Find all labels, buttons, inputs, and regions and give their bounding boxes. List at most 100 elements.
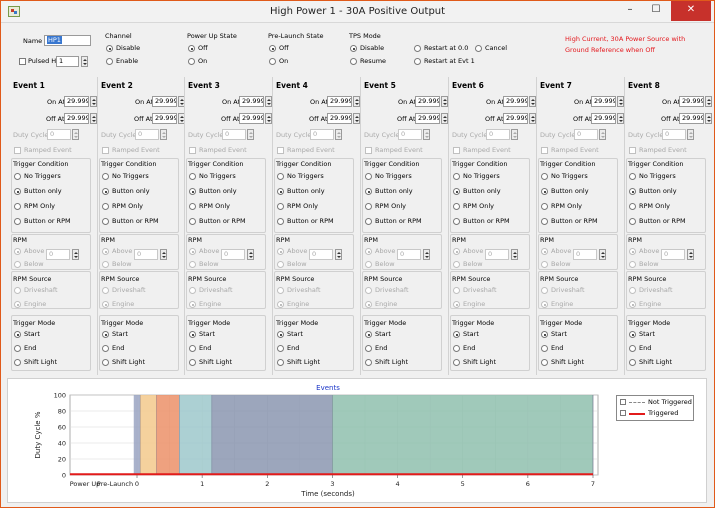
trigger-mode-radio[interactable] bbox=[365, 345, 372, 352]
trigger-mode-radio[interactable] bbox=[102, 345, 109, 352]
rpm-input[interactable]: 0 bbox=[485, 249, 509, 260]
trigger-option-radio[interactable] bbox=[102, 218, 109, 225]
tps-restart-evt1-radio[interactable] bbox=[414, 58, 421, 65]
trigger-option-radio[interactable] bbox=[365, 218, 372, 225]
on-at-spinner[interactable] bbox=[529, 96, 536, 107]
rpm-level-radio[interactable] bbox=[629, 261, 636, 268]
rpm-spinner[interactable] bbox=[511, 249, 518, 260]
ramped-event-checkbox[interactable] bbox=[453, 147, 460, 154]
on-at-input[interactable]: 29.999 bbox=[152, 96, 177, 107]
rpm-source-radio[interactable] bbox=[189, 301, 196, 308]
pulsed-hz-input[interactable]: 1 bbox=[56, 56, 79, 67]
on-at-input[interactable]: 29.999 bbox=[64, 96, 89, 107]
trigger-option-radio[interactable] bbox=[453, 218, 460, 225]
off-at-input[interactable]: 29.999 bbox=[591, 113, 616, 124]
rpm-level-radio[interactable] bbox=[189, 261, 196, 268]
trigger-option-radio[interactable] bbox=[541, 188, 548, 195]
trigger-option-radio[interactable] bbox=[453, 203, 460, 210]
duty-cycle-input[interactable]: 0 bbox=[398, 129, 422, 140]
ramped-event-checkbox[interactable] bbox=[102, 147, 109, 154]
trigger-option-radio[interactable] bbox=[629, 203, 636, 210]
rpm-level-radio[interactable] bbox=[541, 248, 548, 255]
on-at-spinner[interactable] bbox=[441, 96, 448, 107]
trigger-option-radio[interactable] bbox=[14, 203, 21, 210]
trigger-mode-radio[interactable] bbox=[453, 359, 460, 366]
rpm-source-radio[interactable] bbox=[14, 301, 21, 308]
off-at-input[interactable]: 29.999 bbox=[152, 113, 177, 124]
trigger-option-radio[interactable] bbox=[189, 203, 196, 210]
ramped-event-checkbox[interactable] bbox=[629, 147, 636, 154]
legend-not-triggered-checkbox[interactable] bbox=[620, 399, 626, 405]
duty-cycle-spinner[interactable] bbox=[247, 129, 254, 140]
rpm-input[interactable]: 0 bbox=[573, 249, 597, 260]
trigger-mode-radio[interactable] bbox=[453, 345, 460, 352]
ramped-event-checkbox[interactable] bbox=[365, 147, 372, 154]
off-at-input[interactable]: 29.999 bbox=[239, 113, 264, 124]
off-at-input[interactable]: 29.999 bbox=[415, 113, 440, 124]
on-at-input[interactable]: 29.999 bbox=[239, 96, 264, 107]
off-at-spinner[interactable] bbox=[441, 113, 448, 124]
trigger-option-radio[interactable] bbox=[277, 173, 284, 180]
duty-cycle-spinner[interactable] bbox=[423, 129, 430, 140]
rpm-source-radio[interactable] bbox=[102, 301, 109, 308]
trigger-option-radio[interactable] bbox=[541, 203, 548, 210]
trigger-option-radio[interactable] bbox=[453, 188, 460, 195]
rpm-spinner[interactable] bbox=[687, 249, 694, 260]
rpm-level-radio[interactable] bbox=[629, 248, 636, 255]
rpm-source-radio[interactable] bbox=[541, 287, 548, 294]
trigger-option-radio[interactable] bbox=[189, 218, 196, 225]
trigger-mode-radio[interactable] bbox=[102, 331, 109, 338]
duty-cycle-input[interactable]: 0 bbox=[222, 129, 246, 140]
trigger-option-radio[interactable] bbox=[102, 173, 109, 180]
ramped-event-checkbox[interactable] bbox=[541, 147, 548, 154]
ramped-event-checkbox[interactable] bbox=[277, 147, 284, 154]
trigger-option-radio[interactable] bbox=[365, 173, 372, 180]
on-at-spinner[interactable] bbox=[90, 96, 97, 107]
duty-cycle-spinner[interactable] bbox=[72, 129, 79, 140]
rpm-source-radio[interactable] bbox=[277, 287, 284, 294]
trigger-option-radio[interactable] bbox=[453, 173, 460, 180]
duty-cycle-input[interactable]: 0 bbox=[486, 129, 510, 140]
channel-enable-radio[interactable] bbox=[106, 58, 113, 65]
duty-cycle-input[interactable]: 0 bbox=[574, 129, 598, 140]
rpm-input[interactable]: 0 bbox=[661, 249, 685, 260]
duty-cycle-spinner[interactable] bbox=[599, 129, 606, 140]
duty-cycle-input[interactable]: 0 bbox=[135, 129, 159, 140]
tps-restart-zero-radio[interactable] bbox=[414, 45, 421, 52]
trigger-option-radio[interactable] bbox=[277, 218, 284, 225]
on-at-spinner[interactable] bbox=[617, 96, 624, 107]
power-up-on-radio[interactable] bbox=[188, 58, 195, 65]
rpm-input[interactable]: 0 bbox=[46, 249, 70, 260]
duty-cycle-input[interactable]: 0 bbox=[662, 129, 686, 140]
on-at-input[interactable]: 29.999 bbox=[327, 96, 352, 107]
power-up-off-radio[interactable] bbox=[188, 45, 195, 52]
rpm-source-radio[interactable] bbox=[629, 301, 636, 308]
close-button[interactable]: ✕ bbox=[671, 1, 711, 21]
trigger-mode-radio[interactable] bbox=[189, 359, 196, 366]
rpm-spinner[interactable] bbox=[599, 249, 606, 260]
trigger-mode-radio[interactable] bbox=[189, 345, 196, 352]
off-at-spinner[interactable] bbox=[265, 113, 272, 124]
rpm-source-radio[interactable] bbox=[14, 287, 21, 294]
rpm-level-radio[interactable] bbox=[102, 261, 109, 268]
off-at-spinner[interactable] bbox=[529, 113, 536, 124]
trigger-mode-radio[interactable] bbox=[541, 359, 548, 366]
trigger-mode-radio[interactable] bbox=[541, 345, 548, 352]
rpm-input[interactable]: 0 bbox=[221, 249, 245, 260]
pulsed-hz-checkbox[interactable] bbox=[19, 58, 26, 65]
pulsed-hz-spinner[interactable] bbox=[81, 56, 88, 67]
rpm-spinner[interactable] bbox=[160, 249, 167, 260]
trigger-option-radio[interactable] bbox=[102, 203, 109, 210]
ramped-event-checkbox[interactable] bbox=[189, 147, 196, 154]
off-at-input[interactable]: 29.999 bbox=[679, 113, 704, 124]
trigger-mode-radio[interactable] bbox=[365, 359, 372, 366]
trigger-mode-radio[interactable] bbox=[541, 331, 548, 338]
trigger-mode-radio[interactable] bbox=[14, 359, 21, 366]
trigger-mode-radio[interactable] bbox=[189, 331, 196, 338]
pre-launch-on-radio[interactable] bbox=[269, 58, 276, 65]
off-at-input[interactable]: 29.999 bbox=[64, 113, 89, 124]
duty-cycle-spinner[interactable] bbox=[160, 129, 167, 140]
rpm-source-radio[interactable] bbox=[365, 287, 372, 294]
rpm-input[interactable]: 0 bbox=[309, 249, 333, 260]
rpm-level-radio[interactable] bbox=[365, 261, 372, 268]
